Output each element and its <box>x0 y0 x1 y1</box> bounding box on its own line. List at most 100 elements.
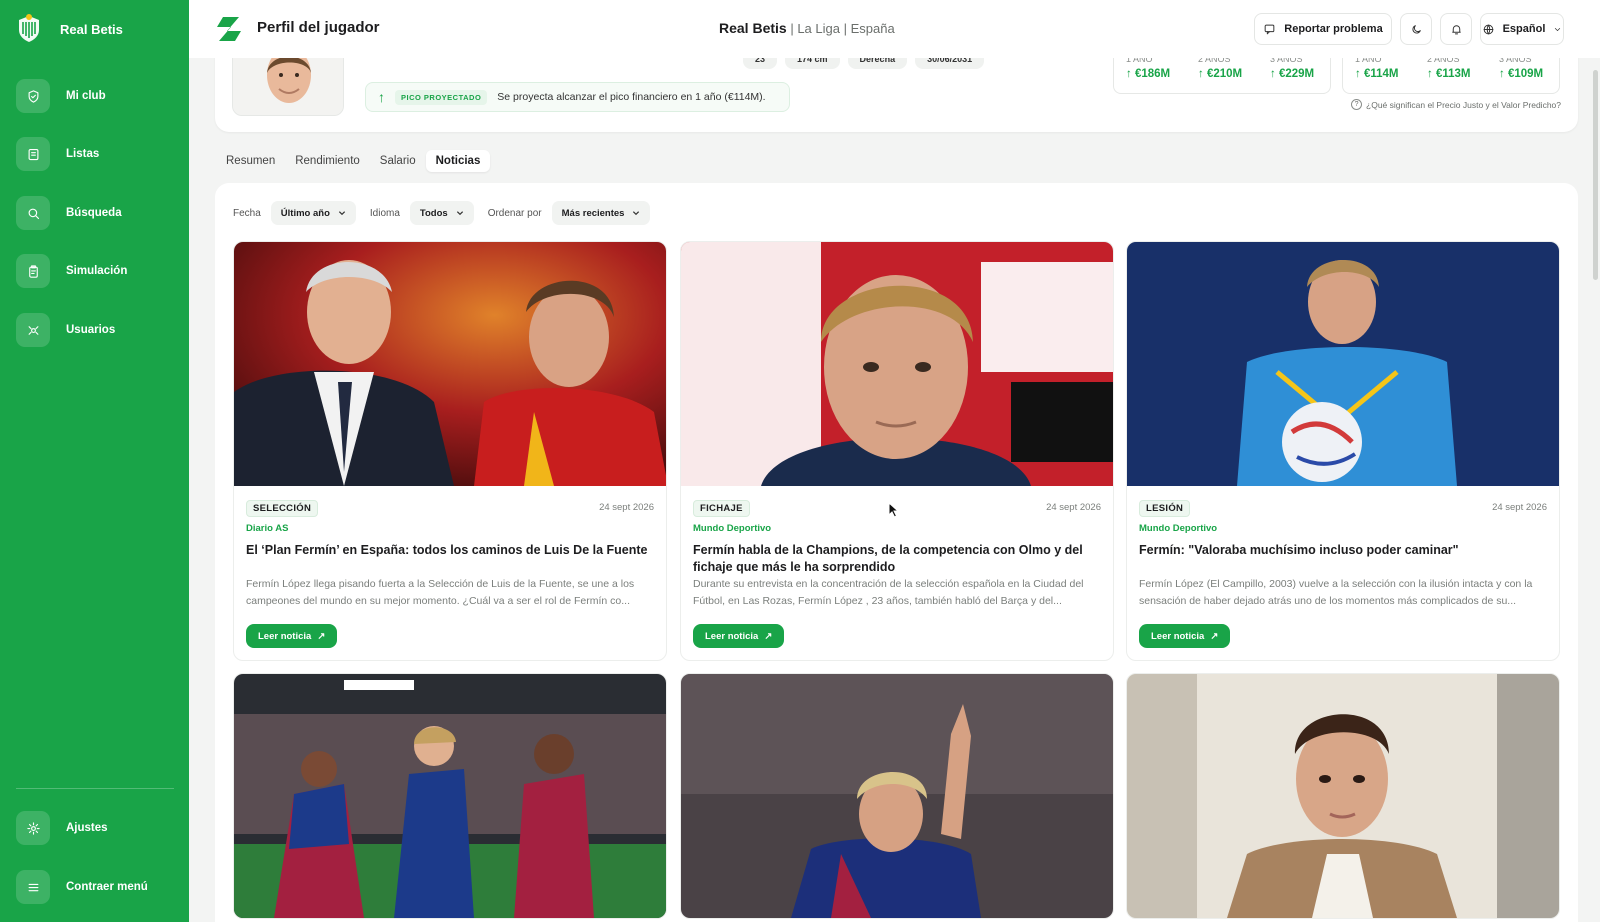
chevron-down-icon <box>633 211 640 216</box>
news-category-badge: LESIÓN <box>1139 500 1191 517</box>
arrow-up-icon: ↑ <box>378 89 385 105</box>
news-excerpt: Fermín López llega pisando fuerta a la S… <box>246 578 635 607</box>
value-help-link[interactable]: ? ¿Qué significan el Precio Justo y el V… <box>1351 99 1561 110</box>
projected-peak-banner: ↑ PICO PROYECTADO Se proyecta alcanzar e… <box>365 82 790 112</box>
news-card[interactable] <box>1126 673 1560 919</box>
club-crest-icon <box>19 14 39 42</box>
notifications-button[interactable] <box>1440 13 1472 45</box>
sort-filter-value: Más recientes <box>561 207 625 219</box>
read-news-label: Leer noticia <box>1151 630 1205 642</box>
news-panel: Fecha Último año Idioma Todos Ordenar po… <box>215 183 1578 922</box>
sidebar: Real Betis Mi club Listas Búsqueda Simul… <box>0 0 189 922</box>
news-card[interactable] <box>233 673 667 919</box>
sidebar-item-ajustes[interactable]: Ajustes <box>16 811 108 845</box>
external-link-icon: ↗ <box>764 630 773 642</box>
sort-filter-select[interactable]: Más recientes <box>551 201 651 225</box>
page-scrollbar[interactable] <box>1593 70 1598 280</box>
bell-icon <box>1451 24 1461 34</box>
report-problem-label: Reportar problema <box>1284 23 1383 35</box>
sidebar-item-label: Ajustes <box>66 822 108 834</box>
sidebar-divider <box>16 788 174 789</box>
arrow-up-icon: ↑ <box>1198 68 1204 80</box>
predicted-3y-value: €109M <box>1507 68 1544 80</box>
sort-filter-label: Ordenar por <box>487 207 542 219</box>
predicted-2y-value: €113M <box>1435 68 1471 80</box>
tab-resumen[interactable]: Resumen <box>226 150 275 172</box>
read-news-button[interactable]: Leer noticia ↗ <box>1139 624 1231 648</box>
separator: | <box>843 21 851 36</box>
news-excerpt: Durante su entrevista en la concentració… <box>693 578 1084 607</box>
shield-icon <box>16 79 50 113</box>
fair-price-2y-value: €210M <box>1206 68 1243 80</box>
sidebar-item-listas[interactable]: Listas <box>16 137 99 171</box>
news-title: El ‘Plan Fermín’ en España: todos los ca… <box>246 543 648 557</box>
news-date: 24 sept 2026 <box>1492 502 1547 513</box>
tab-rendimiento[interactable]: Rendimiento <box>295 150 360 172</box>
gear-icon <box>16 811 50 845</box>
sidebar-item-label: Simulación <box>66 265 128 277</box>
sidebar-collapse-button[interactable]: Contraer menú <box>16 870 148 904</box>
news-image <box>681 674 1113 918</box>
sidebar-item-simulacion[interactable]: Simulación <box>16 254 127 288</box>
language-filter-value: Todos <box>419 207 448 219</box>
language-filter-label: Idioma <box>369 207 400 219</box>
date-filter-label: Fecha <box>233 207 261 219</box>
sidebar-item-label: Listas <box>66 148 100 160</box>
chevron-down-icon <box>1555 27 1561 31</box>
date-filter-value: Último año <box>280 207 330 219</box>
news-card[interactable] <box>680 673 1114 919</box>
news-image <box>234 674 666 918</box>
read-news-label: Leer noticia <box>258 630 312 642</box>
sidebar-item-label: Usuarios <box>66 324 116 336</box>
news-filters: Fecha Último año Idioma Todos Ordenar po… <box>233 201 651 225</box>
sidebar-item-label: Contraer menú <box>66 881 148 893</box>
header-context: Real Betis | La Liga | España <box>719 20 895 36</box>
arrow-up-icon: ↑ <box>1270 68 1276 80</box>
clipboard-icon <box>16 254 50 288</box>
chevron-down-icon <box>338 211 345 216</box>
external-link-icon: ↗ <box>317 630 326 642</box>
sidebar-item-usuarios[interactable]: Usuarios <box>16 313 115 347</box>
sidebar-brand[interactable]: Real Betis <box>12 12 123 46</box>
arrow-up-icon: ↑ <box>1355 68 1361 80</box>
peak-tag: PICO PROYECTADO <box>395 89 488 105</box>
news-excerpt: Fermín López (El Campillo, 2003) vuelve … <box>1139 578 1533 607</box>
news-title: Fermín: "Valoraba muchísimo incluso pode… <box>1139 543 1459 557</box>
list-icon <box>16 137 50 171</box>
news-image <box>1127 674 1559 918</box>
users-icon <box>16 313 50 347</box>
date-filter-select[interactable]: Último año <box>270 201 356 225</box>
sidebar-brand-name: Real Betis <box>60 21 123 37</box>
news-date: 24 sept 2026 <box>599 502 654 513</box>
report-problem-button[interactable]: Reportar problema <box>1254 13 1392 45</box>
news-card[interactable]: SELECCIÓN 24 sept 2026 Diario AS El ‘Pla… <box>233 241 667 661</box>
dark-mode-toggle[interactable] <box>1400 13 1432 45</box>
news-title: Fermín habla de la Champions, de la comp… <box>693 543 1083 574</box>
sidebar-item-label: Búsqueda <box>66 207 122 219</box>
globe-icon <box>1483 24 1493 34</box>
language-label: Español <box>1502 23 1546 35</box>
sidebar-item-busqueda[interactable]: Búsqueda <box>16 196 122 230</box>
language-filter-select[interactable]: Todos <box>409 201 474 225</box>
language-selector[interactable]: Español <box>1480 13 1564 45</box>
news-source: Mundo Deportivo <box>693 523 772 534</box>
news-card[interactable]: FICHAJE 24 sept 2026 Mundo Deportivo Fer… <box>680 241 1114 661</box>
news-card[interactable]: LESIÓN 24 sept 2026 Mundo Deportivo Ferm… <box>1126 241 1560 661</box>
tab-salario[interactable]: Salario <box>380 150 416 172</box>
header-league: La Liga <box>797 21 840 36</box>
header-country: España <box>850 21 895 36</box>
value-help-text: ¿Qué significan el Precio Justo y el Val… <box>1366 99 1561 110</box>
sidebar-item-mi-club[interactable]: Mi club <box>16 79 106 113</box>
news-category-badge: SELECCIÓN <box>246 500 319 517</box>
flag-icon <box>1264 24 1275 34</box>
fair-price-3y-value: €229M <box>1278 68 1315 80</box>
menu-icon <box>16 870 50 904</box>
news-source: Diario AS <box>246 523 289 534</box>
predicted-1y-value: €114M <box>1363 68 1399 80</box>
news-image <box>681 242 1113 486</box>
top-header: Perfil del jugador Real Betis | La Liga … <box>189 0 1600 58</box>
read-news-button[interactable]: Leer noticia ↗ <box>246 624 338 648</box>
tab-noticias[interactable]: Noticias <box>425 150 491 172</box>
read-news-label: Leer noticia <box>705 630 759 642</box>
read-news-button[interactable]: Leer noticia ↗ <box>693 624 785 648</box>
